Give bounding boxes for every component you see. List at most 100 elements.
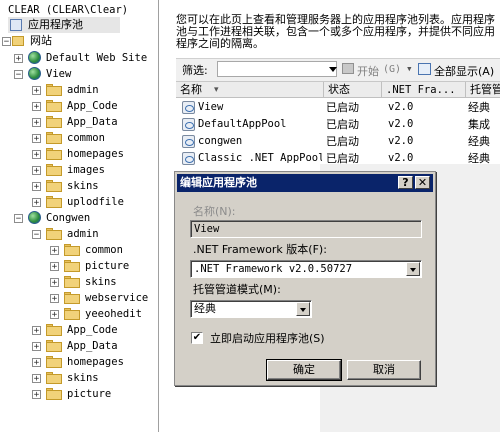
cancel-button[interactable]: 取消 [347, 360, 421, 380]
autostart-checkbox[interactable]: ✔ [191, 332, 203, 344]
folder-expander[interactable]: + [50, 262, 59, 272]
ok-button[interactable]: 确定 [266, 359, 342, 381]
app-pools-label: 应用程序池 [28, 18, 83, 31]
table-row[interactable]: DefaultAppPool 已启动 v2.0 集成 [176, 116, 500, 133]
show-all-label: 全部显示(A) [434, 65, 495, 78]
folder-expander[interactable]: + [32, 326, 41, 336]
congwen-admin-label: admin [67, 228, 99, 240]
congwen-admin-expander[interactable]: − [32, 230, 41, 240]
folder-expander[interactable]: + [32, 390, 41, 400]
tree-node-label: uplodfile [67, 196, 124, 208]
table-row[interactable]: View 已启动 v2.0 经典 [176, 99, 500, 116]
globe-icon [28, 51, 41, 64]
cell-name: congwen [198, 135, 243, 147]
globe-icon [28, 211, 41, 224]
tree-node-label: yeeohedit [85, 308, 142, 320]
folder-icon [46, 164, 62, 176]
tree-node-label: webservice [85, 292, 149, 304]
app-pool-icon [182, 152, 195, 165]
folder-expander[interactable]: + [32, 342, 41, 352]
tree-node-label: App_Code [67, 324, 118, 336]
framework-select[interactable]: .NET Framework v2.0.50727 [190, 260, 422, 278]
pipeline-select[interactable]: 经典 [190, 300, 312, 318]
websites-label: 网站 [30, 34, 52, 47]
column-header-pipeline[interactable]: 托管管 [466, 82, 500, 98]
folder-icon [64, 308, 80, 320]
help-button[interactable]: ? [398, 176, 413, 189]
chevron-down-icon [329, 67, 337, 72]
folder-icon [46, 372, 62, 384]
folder-expander[interactable]: + [50, 246, 59, 256]
header-status-label: 状态 [328, 83, 350, 96]
folder-expander[interactable]: + [32, 166, 41, 176]
column-header-name[interactable]: 名称 ▾ [176, 82, 324, 98]
filter-dropdown-button[interactable] [327, 61, 339, 77]
tree-node-label: admin [67, 84, 99, 96]
page-description: 您可以在此页上查看和管理服务器上的应用程序池列表。应用程序池与工作进程相关联，包… [176, 13, 495, 50]
autostart-label: 立即启动应用程序池(S) [210, 332, 325, 345]
folder-icon [46, 228, 62, 240]
tree-node-label: skins [85, 276, 117, 288]
tree-node-label: App_Data [67, 116, 118, 128]
app-pool-icon [182, 101, 195, 114]
binoculars-icon [342, 63, 354, 74]
folder-expander[interactable]: + [32, 150, 41, 160]
close-button[interactable]: ✕ [415, 176, 430, 189]
tree-node-label: common [67, 132, 105, 144]
show-all-icon [418, 63, 431, 75]
tree-node-label: picture [67, 388, 112, 400]
cell-pipeline: 集成 [468, 118, 490, 131]
folder-icon [46, 356, 62, 368]
tree-node-label: App_Code [67, 100, 118, 112]
edit-app-pool-dialog: 编辑应用程序池 ? ✕ 名称(N): View .NET Framework 版… [174, 171, 436, 386]
folder-expander[interactable]: + [50, 278, 59, 288]
start-key: (G) [383, 64, 402, 75]
start-filter-button[interactable]: 开始 (G) [341, 60, 403, 78]
tree-node-label: common [85, 244, 123, 256]
cell-framework: v2.0 [388, 118, 414, 130]
default-site-expander[interactable]: + [14, 54, 23, 64]
cell-status: 已启动 [326, 135, 359, 148]
connections-tree: CLEAR (CLEAR\Clear) 应用程序池 − 网站 + Default… [0, 0, 159, 432]
folder-expander[interactable]: + [50, 294, 59, 304]
framework-label: .NET Framework 版本(F): [193, 243, 327, 256]
start-dropdown-arrow[interactable]: ▾ [406, 62, 413, 75]
tree-node-label: App_Data [67, 340, 118, 352]
column-header-status[interactable]: 状态 [324, 82, 382, 98]
tree-node-label: skins [67, 180, 99, 192]
tree-node-app-pools[interactable]: 应用程序池 [8, 17, 120, 33]
folder-expander[interactable]: + [32, 134, 41, 144]
header-framework-label: .NET Fra... [386, 84, 456, 96]
view-site-label: View [46, 68, 72, 80]
congwen-site-expander[interactable]: − [14, 214, 23, 224]
column-header-framework[interactable]: .NET Fra... [382, 82, 466, 98]
dialog-titlebar[interactable]: 编辑应用程序池 ? ✕ [177, 174, 433, 192]
tree-node-label: homepages [67, 148, 124, 160]
chevron-down-icon[interactable] [406, 262, 420, 276]
folder-icon [46, 116, 62, 128]
view-site-expander[interactable]: − [14, 70, 23, 80]
tree-node-label: picture [85, 260, 130, 272]
folder-expander[interactable]: + [32, 118, 41, 128]
pipeline-value: 经典 [194, 302, 216, 315]
cell-status: 已启动 [326, 101, 359, 114]
tree-node-label: skins [67, 372, 99, 384]
folder-expander[interactable]: + [32, 182, 41, 192]
folder-expander[interactable]: + [32, 374, 41, 384]
name-field[interactable]: View [190, 220, 422, 238]
folder-expander[interactable]: + [32, 358, 41, 368]
globe-icon [28, 67, 41, 80]
chevron-down-icon[interactable] [296, 302, 310, 316]
sort-arrow-icon: ▾ [214, 85, 219, 95]
folder-expander[interactable]: + [32, 198, 41, 208]
app-pool-icon [182, 118, 195, 131]
filter-input[interactable] [217, 61, 337, 77]
name-value: View [194, 223, 220, 235]
name-label: 名称(N): [193, 205, 236, 218]
websites-expander[interactable]: − [2, 37, 11, 47]
folder-expander[interactable]: + [32, 102, 41, 112]
show-all-button[interactable]: 全部显示(A) [418, 60, 500, 78]
folder-expander[interactable]: + [32, 86, 41, 96]
table-row[interactable]: congwen 已启动 v2.0 经典 [176, 133, 500, 150]
folder-expander[interactable]: + [50, 310, 59, 320]
